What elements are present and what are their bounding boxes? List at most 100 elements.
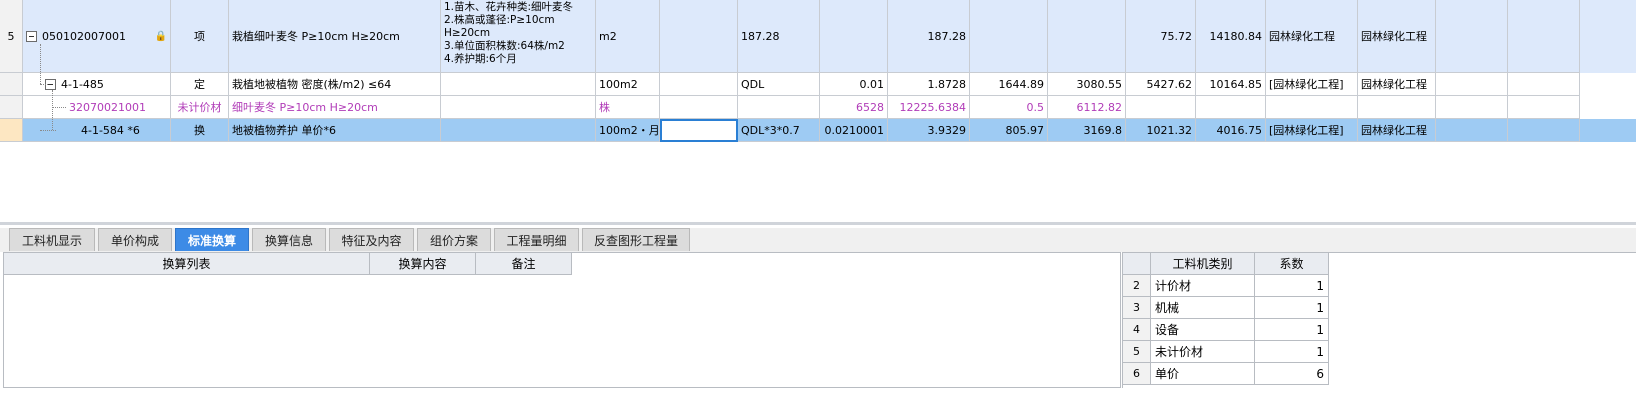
type-cell[interactable]: 未计价材: [171, 96, 229, 119]
coefficient-cell[interactable]: 1: [1255, 297, 1329, 319]
unit-cell[interactable]: 株: [596, 96, 660, 119]
tab-features[interactable]: 特征及内容: [329, 228, 414, 251]
tab-labor-material[interactable]: 工料机显示: [9, 228, 95, 251]
coefficient-cell[interactable]: 1: [1255, 341, 1329, 363]
category-cell[interactable]: 未计价材: [1151, 341, 1255, 363]
specialty-cell[interactable]: 园林绿化工程: [1266, 0, 1358, 73]
tab-quantity-detail[interactable]: 工程量明细: [494, 228, 579, 251]
tab-unit-price[interactable]: 单价构成: [98, 228, 172, 251]
v1-cell[interactable]: 0.5: [970, 96, 1048, 119]
v2-cell[interactable]: 6112.82: [1048, 96, 1126, 119]
expr-cell[interactable]: [738, 96, 820, 119]
specialty-cell[interactable]: [园林绿化工程]: [1266, 73, 1358, 96]
v4-cell[interactable]: 4016.75: [1196, 119, 1266, 142]
code-cell[interactable]: 050102007001 🔒: [23, 0, 171, 73]
features-cell[interactable]: [441, 96, 596, 119]
header-remarks[interactable]: 备注: [476, 253, 572, 275]
unit-price-cell[interactable]: 75.72: [1126, 0, 1196, 73]
content-cell[interactable]: [820, 0, 888, 73]
list-item[interactable]: 2 计价材 1: [1123, 275, 1329, 297]
unit-cell[interactable]: m2: [596, 0, 660, 73]
type-cell[interactable]: 换: [171, 119, 229, 142]
list-item[interactable]: 6 单价 6: [1123, 363, 1329, 385]
table-row-item[interactable]: 5 050102007001 🔒 项 栽植细叶麦冬 P≥10cm H≥20cm …: [0, 0, 1636, 73]
empty-cell[interactable]: [1436, 119, 1508, 142]
coefficient-cell[interactable]: 1: [1255, 319, 1329, 341]
v2-cell[interactable]: 3169.8: [1048, 119, 1126, 142]
v1-cell[interactable]: [970, 0, 1048, 73]
qty-cell[interactable]: 1.8728: [888, 73, 970, 96]
table-row-quota[interactable]: 4-1-485 定 栽植地被植物 密度(株/m2) ≤64 100m2 QDL …: [0, 73, 1636, 96]
v1-cell[interactable]: 1644.89: [970, 73, 1048, 96]
category-cell[interactable]: 单价: [1151, 363, 1255, 385]
table-row-selected[interactable]: 4-1-584 *6 换 地被植物养护 单价*6 100m2・月 QDL*3*0…: [0, 119, 1636, 142]
tab-reverse-lookup[interactable]: 反查图形工程量: [582, 228, 690, 251]
category-cell[interactable]: 园林绿化工程: [1358, 0, 1436, 73]
empty-cell[interactable]: [1126, 96, 1196, 119]
features-cell[interactable]: 1.苗木、花卉种类:细叶麦冬 2.株高或蓬径:P≥10cm H≥20cm 3.单…: [441, 0, 596, 73]
list-item[interactable]: 4 设备 1: [1123, 319, 1329, 341]
v2-cell[interactable]: [1048, 0, 1126, 73]
category-cell[interactable]: 计价材: [1151, 275, 1255, 297]
category-cell[interactable]: 机械: [1151, 297, 1255, 319]
empty-cell[interactable]: [1508, 73, 1580, 96]
table-row-material[interactable]: 32070021001 未计价材 细叶麦冬 P≥10cm H≥20cm 株 65…: [0, 96, 1636, 119]
v4-cell[interactable]: 10164.85: [1196, 73, 1266, 96]
name-cell[interactable]: 栽植地被植物 密度(株/m2) ≤64: [229, 73, 441, 96]
v1-cell[interactable]: 805.97: [970, 119, 1048, 142]
qty2-cell[interactable]: 187.28: [888, 0, 970, 73]
name-cell[interactable]: 地被植物养护 单价*6: [229, 119, 441, 142]
header-conversion-content[interactable]: 换算内容: [370, 253, 476, 275]
unit-cell[interactable]: 100m2: [596, 73, 660, 96]
empty-cell[interactable]: [1266, 96, 1358, 119]
empty-cell[interactable]: [660, 96, 738, 119]
expr-cell[interactable]: [660, 0, 738, 73]
tab-standard-conversion[interactable]: 标准换算: [175, 228, 249, 251]
qty-cell[interactable]: 12225.6384: [888, 96, 970, 119]
expr-cell[interactable]: QDL*3*0.7: [738, 119, 820, 142]
coefficient-cell[interactable]: 6: [1255, 363, 1329, 385]
code-cell[interactable]: 32070021001: [23, 96, 171, 119]
category-cell[interactable]: 园林绿化工程: [1358, 73, 1436, 96]
empty-cell[interactable]: [660, 73, 738, 96]
content-cell[interactable]: 0.01: [820, 73, 888, 96]
expr-cell[interactable]: QDL: [738, 73, 820, 96]
empty-cell[interactable]: [1436, 0, 1508, 73]
empty-cell[interactable]: [1436, 73, 1508, 96]
empty-cell[interactable]: [1358, 96, 1436, 119]
features-cell[interactable]: [441, 73, 596, 96]
content-cell[interactable]: 0.0210001: [820, 119, 888, 142]
v2-cell[interactable]: 3080.55: [1048, 73, 1126, 96]
tab-pricing-plan[interactable]: 组价方案: [417, 228, 491, 251]
empty-cell[interactable]: [1436, 96, 1508, 119]
content-cell[interactable]: 6528: [820, 96, 888, 119]
qty-cell[interactable]: 3.9329: [888, 119, 970, 142]
specialty-cell[interactable]: [园林绿化工程]: [1266, 119, 1358, 142]
empty-cell[interactable]: [1508, 119, 1580, 142]
name-cell[interactable]: 细叶麦冬 P≥10cm H≥20cm: [229, 96, 441, 119]
v3-cell[interactable]: 1021.32: [1126, 119, 1196, 142]
empty-cell[interactable]: [1508, 96, 1580, 119]
category-cell[interactable]: 园林绿化工程: [1358, 119, 1436, 142]
unit-cell[interactable]: 100m2・月: [596, 119, 660, 142]
header-category[interactable]: 工料机类别: [1151, 253, 1255, 275]
empty-cell[interactable]: [1508, 0, 1580, 73]
total-cell[interactable]: 14180.84: [1196, 0, 1266, 73]
splitter[interactable]: [0, 222, 1636, 225]
tab-conversion-info[interactable]: 换算信息: [252, 228, 326, 251]
name-cell[interactable]: 栽植细叶麦冬 P≥10cm H≥20cm: [229, 0, 441, 73]
v3-cell[interactable]: 5427.62: [1126, 73, 1196, 96]
header-coefficient[interactable]: 系数: [1255, 253, 1329, 275]
category-cell[interactable]: 设备: [1151, 319, 1255, 341]
list-item[interactable]: 3 机械 1: [1123, 297, 1329, 319]
coefficient-cell[interactable]: 1: [1255, 275, 1329, 297]
list-item[interactable]: 5 未计价材 1: [1123, 341, 1329, 363]
active-edit-cell[interactable]: [660, 119, 738, 142]
type-cell[interactable]: 定: [171, 73, 229, 96]
qty1-cell[interactable]: 187.28: [738, 0, 820, 73]
collapse-icon[interactable]: [26, 30, 37, 42]
features-cell[interactable]: [441, 119, 596, 142]
type-cell[interactable]: 项: [171, 0, 229, 73]
header-conversion-list[interactable]: 换算列表: [4, 253, 370, 275]
empty-cell[interactable]: [1196, 96, 1266, 119]
